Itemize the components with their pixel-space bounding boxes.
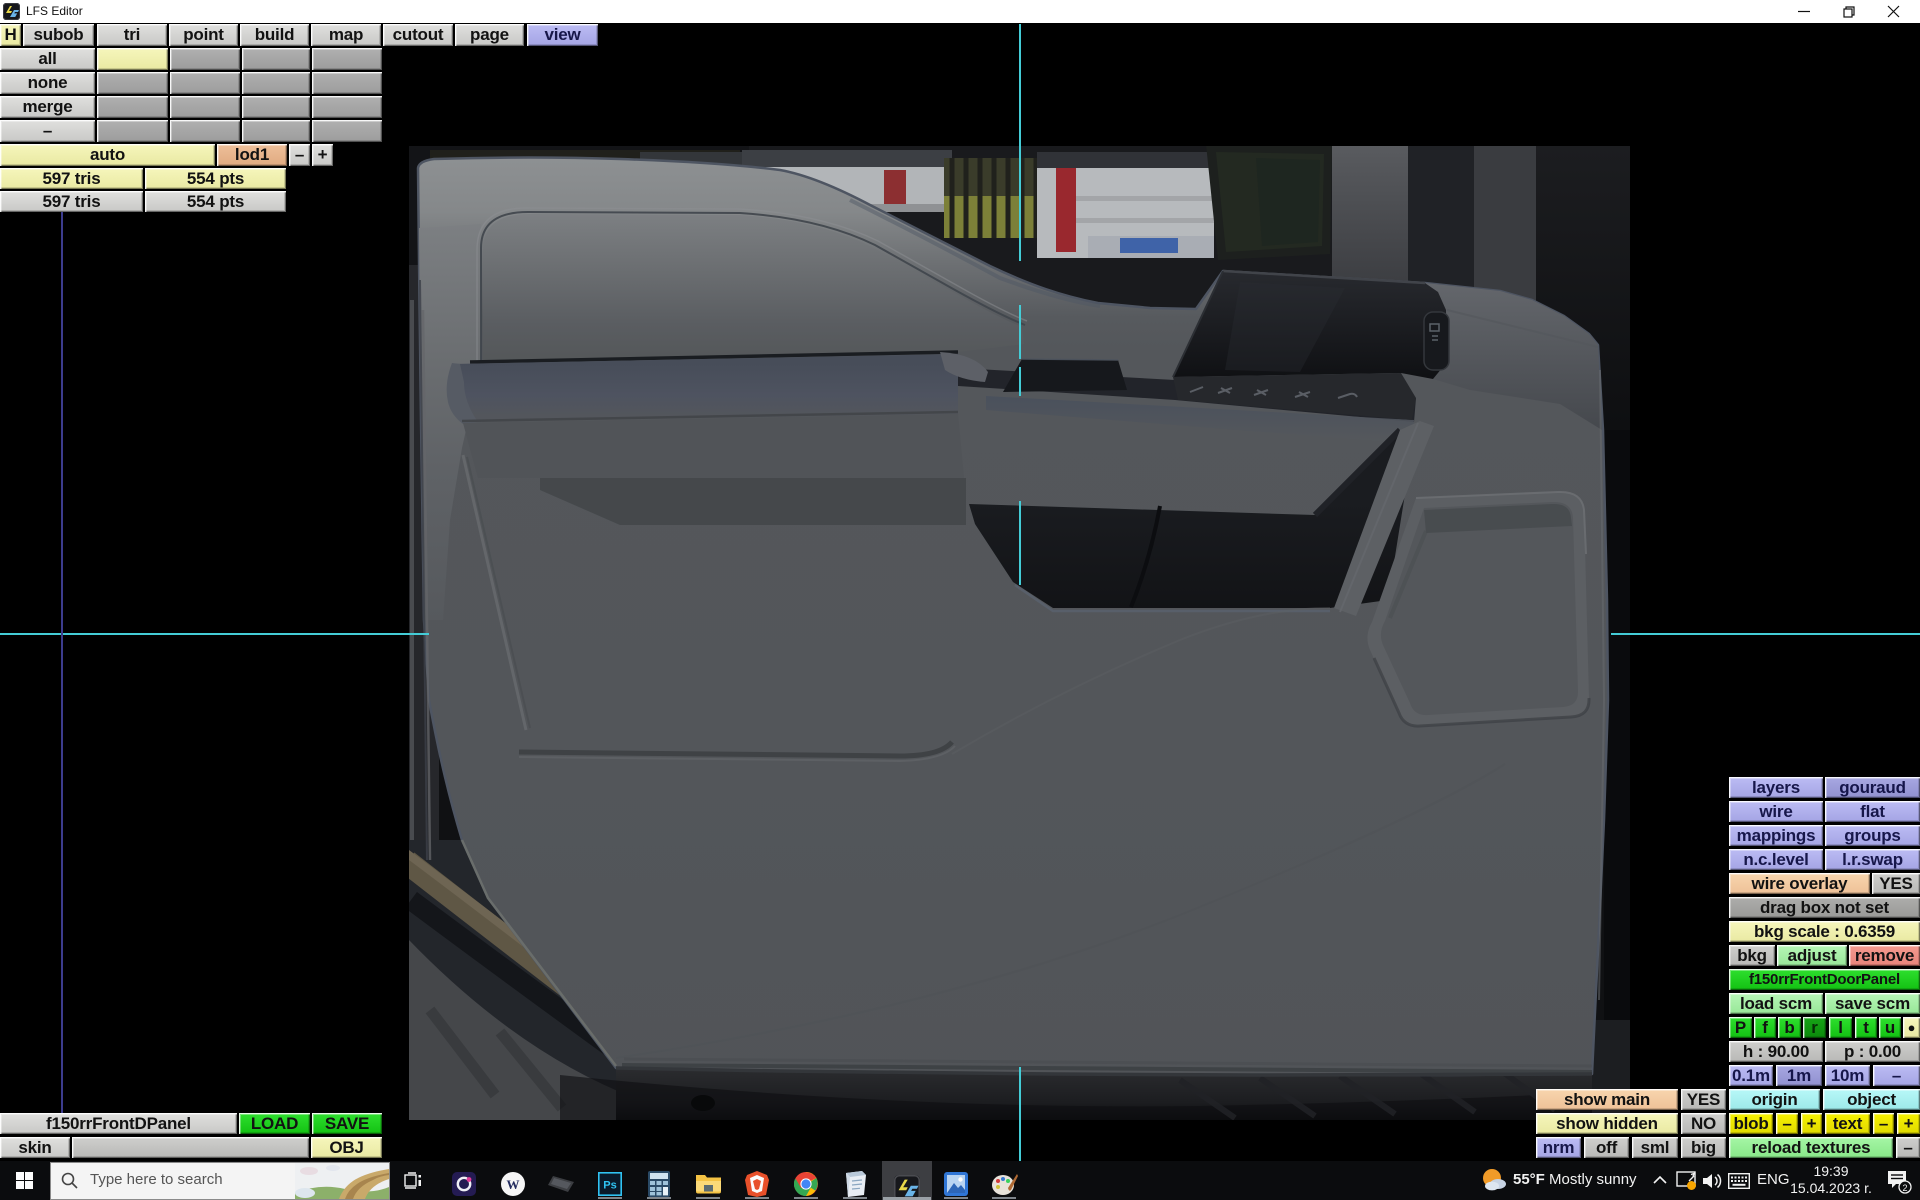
svg-text:Ps: Ps <box>603 1180 616 1192</box>
svg-text:2: 2 <box>1902 1183 1907 1193</box>
svg-text:W: W <box>507 1177 520 1192</box>
